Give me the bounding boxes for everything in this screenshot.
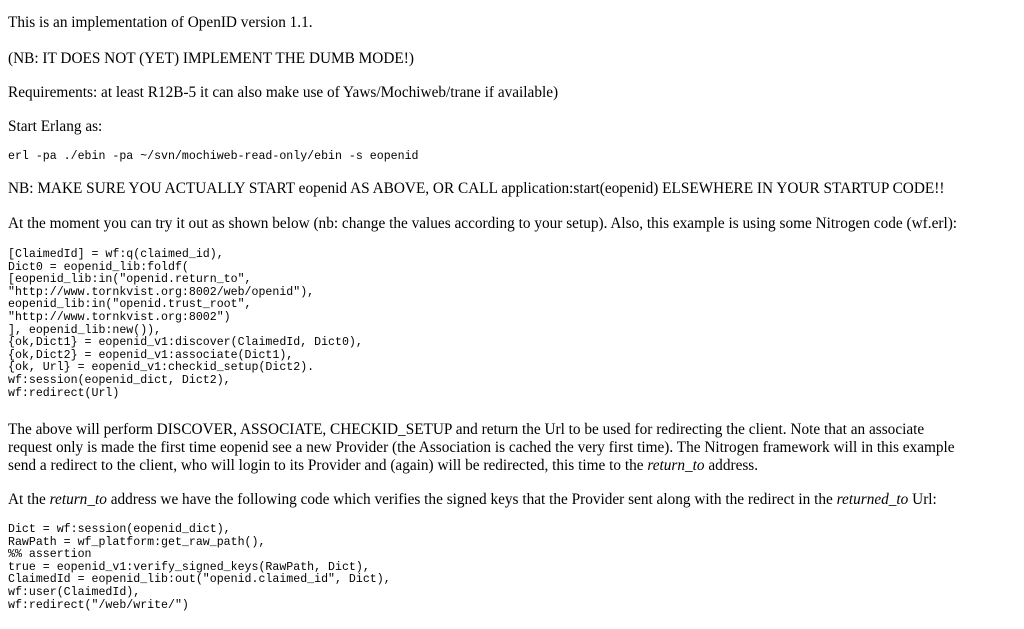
code-line: wf:session(eopenid_dict, Dict2), <box>8 373 231 387</box>
try-it-paragraph: At the moment you can try it out as show… <box>8 215 958 232</box>
text-span: send a redirect to the client, who will … <box>8 457 648 474</box>
code-line: %% assertion <box>8 548 92 562</box>
code-line: "http://www.tornkvist.org:8002") <box>8 310 231 324</box>
intro-paragraph: This is an implementation of OpenID vers… <box>8 14 313 31</box>
text-span: At the <box>8 491 50 508</box>
above-line-2: request only is made the first time eope… <box>8 439 955 456</box>
return-to-term: return_to <box>647 457 705 474</box>
text-span: Url: <box>908 491 937 508</box>
text-span: address. <box>704 457 759 474</box>
code-line: Dict = wf:session(eopenid_dict), <box>8 523 231 536</box>
example-code-block: [ClaimedId] = wf:q(claimed_id), Dict0 = e… <box>8 248 363 400</box>
startup-warning: NB: MAKE SURE YOU ACTUALLY START eopenid… <box>8 180 945 197</box>
start-command-code: erl -pa ./ebin -pa ~/svn/mochiweb-read-o… <box>8 150 419 164</box>
text-span: address we have the following code which… <box>106 491 837 508</box>
code-line: [ClaimedId] = wf:q(claimed_id), <box>8 248 224 261</box>
returned-to-term: returned_to <box>836 491 909 508</box>
dumb-mode-note: (NB: IT DOES NOT (YET) IMPLEMENT THE DUM… <box>8 50 414 67</box>
code-line: [eopenid_lib:in("openid.return_to", <box>8 273 252 287</box>
return-to-paragraph: At the return_to address we have the fol… <box>8 491 1013 509</box>
above-line-3: send a redirect to the client, who will … <box>8 457 1013 475</box>
verify-code-block: Dict = wf:session(eopenid_dict), RawPath … <box>8 523 391 612</box>
requirements-paragraph: Requirements: at least R12B-5 it can als… <box>8 84 559 101</box>
code-line: {ok,Dict1} = eopenid_v1:discover(Claimed… <box>8 336 363 350</box>
code-line: erl -pa ./ebin -pa ~/svn/mochiweb-read-o… <box>8 150 419 163</box>
code-line: wf:user(ClaimedId), <box>8 585 141 599</box>
return-to-term: return_to <box>49 491 107 508</box>
above-line-1: The above will perform DISCOVER, ASSOCIA… <box>8 421 925 438</box>
code-line: wf:redirect("/web/write/") <box>8 598 189 612</box>
start-erlang-label: Start Erlang as: <box>8 118 103 135</box>
code-line: wf:redirect(Url) <box>8 386 120 400</box>
